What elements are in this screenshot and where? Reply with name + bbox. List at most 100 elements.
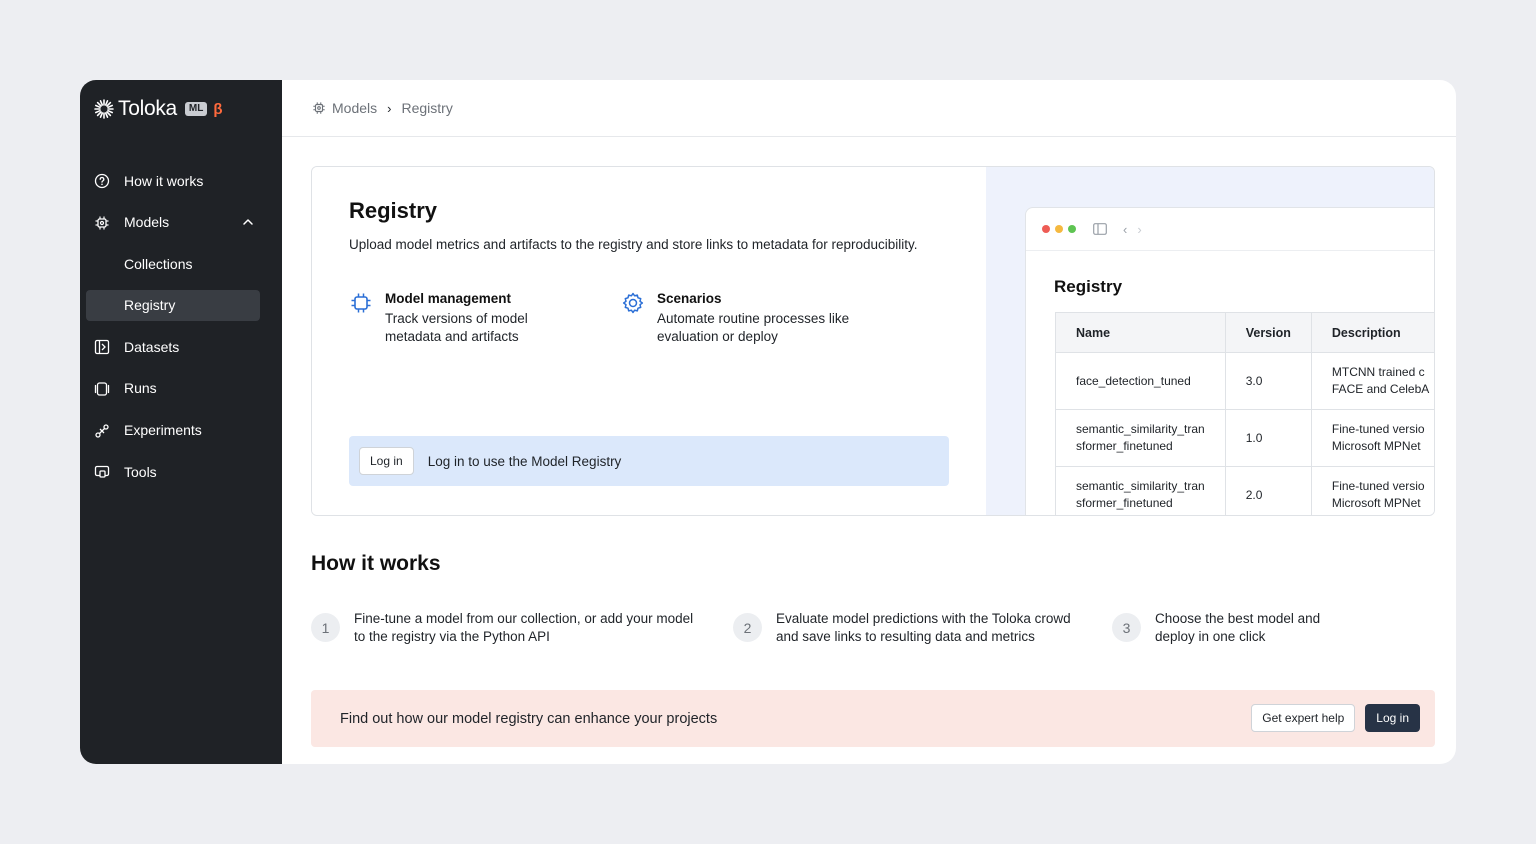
login-button[interactable]: Log in [359,447,414,475]
get-expert-help-button[interactable]: Get expert help [1251,704,1356,732]
column-header: Version [1224,312,1312,353]
feature-desc-line: evaluation or deploy [657,329,778,344]
step-text: Fine-tune a model from our collection, o… [354,611,694,626]
how-it-works-title: How it works [311,552,441,575]
cell-version: 1.0 [1224,409,1312,467]
breadcrumb: Models › Registry [282,80,1456,137]
step-2: 2 Evaluate model predictions with the To… [733,610,1071,646]
step-number: 2 [733,613,762,642]
sidebar-item-label: Registry [124,297,176,314]
breadcrumb-current: Registry [401,100,453,116]
sidebar-toggle-icon [1093,223,1107,235]
gear-icon [622,292,644,314]
sidebar-item-collections[interactable]: Collections [80,248,282,279]
step-text: and save links to resulting data and met… [776,629,1035,644]
sidebar-item-datasets[interactable]: Datasets [80,331,282,362]
cell-desc: Fine-tuned versio [1331,479,1425,493]
cell-desc: Fine-tuned versio [1331,422,1425,436]
sidebar-item-how-it-works[interactable]: How it works [80,165,282,196]
cell-desc: MTCNN trained c [1331,365,1425,379]
minimize-dot-icon [1055,225,1063,233]
column-header: Name [1055,312,1226,353]
cell-name: sformer_finetuned [1076,439,1173,453]
preview-table: Name Version Description face_detection_… [1055,312,1434,515]
table-row: semantic_similarity_tran sformer_finetune… [1055,466,1434,515]
app-window: Toloka ML β How it works Models Collecti… [80,80,1456,764]
sidebar-item-label: Tools [124,463,157,480]
chevron-up-icon[interactable] [242,216,254,228]
chip-icon [351,293,371,313]
forward-arrow-icon: › [1137,221,1142,237]
step-text: to the registry via the Python API [354,629,550,644]
sidebar-item-label: Models [124,214,170,231]
experiments-icon [95,423,109,438]
sidebar-item-label: Collections [124,255,193,272]
breadcrumb-models-link[interactable]: Models [332,100,377,116]
cell-name: sformer_finetuned [1076,496,1173,510]
feature-scenarios: Scenarios Automate routine processes lik… [621,291,851,346]
main-content: Models › Registry Registry Upload model … [282,80,1456,764]
dataset-icon [94,340,110,355]
step-text: Evaluate model predictions with the Tolo… [776,611,1071,626]
table-row: semantic_similarity_tran sformer_finetune… [1055,409,1434,467]
sidebar-item-runs[interactable]: Runs [80,373,282,404]
column-header: Description [1310,312,1434,353]
sidebar-item-label: Runs [124,380,157,397]
login-banner: Log in Log in to use the Model Registry [349,436,949,486]
step-number: 3 [1112,613,1141,642]
step-3: 3 Choose the best model and deploy in on… [1112,610,1320,646]
preview-title: Registry [1054,277,1123,296]
sidebar-item-experiments[interactable]: Experiments [80,415,282,446]
feature-desc-line: metadata and artifacts [385,329,519,344]
feature-title: Model management [385,291,512,306]
preview-window: ‹ › Registry Name Version Description fa… [1025,207,1434,515]
sidebar-item-models[interactable]: Models [80,207,282,238]
cta-login-button[interactable]: Log in [1365,704,1420,732]
step-number: 1 [311,613,340,642]
close-dot-icon [1042,225,1050,233]
toloka-logo-icon [94,99,114,119]
preview-toolbar: ‹ › [1026,208,1434,251]
cell-name: face_detection_tuned [1076,373,1191,388]
cta-banner: Find out how our model registry can enha… [311,690,1435,747]
ml-badge: ML [184,102,208,116]
feature-desc-line: Automate routine processes like [657,311,850,326]
login-message: Log in to use the Model Registry [427,453,622,469]
chip-icon [313,102,325,114]
cell-version: 2.0 [1224,466,1312,515]
cell-desc: FACE and CelebA [1331,382,1430,396]
sidebar-item-registry[interactable]: Registry [86,289,260,321]
step-text: deploy in one click [1155,629,1266,644]
cell-desc: Microsoft MPNet [1331,496,1421,510]
cell-version: 3.0 [1224,352,1312,410]
registry-preview: ‹ › Registry Name Version Description fa… [986,167,1434,515]
step-text: Choose the best model and [1155,611,1321,626]
back-arrow-icon: ‹ [1123,221,1128,237]
sidebar-item-tools[interactable]: Tools [80,456,282,487]
sidebar-item-label: How it works [124,172,204,189]
page-title: Registry [349,198,438,223]
chip-icon [95,216,109,230]
brand-name: Toloka [118,97,177,120]
sidebar-nav: How it works Models Collections Registry… [80,165,282,498]
feature-model-management: Model management Track versions of model… [349,291,579,346]
cell-name: semantic_similarity_tran [1076,479,1205,493]
sidebar-item-label: Datasets [124,338,180,355]
chevron-right-icon: › [387,100,392,116]
cell-desc: Microsoft MPNet [1331,439,1421,453]
tools-icon [94,466,110,478]
maximize-dot-icon [1068,225,1076,233]
page-subtitle: Upload model metrics and artifacts to th… [349,237,918,252]
runs-icon [94,382,110,396]
sidebar-item-label: Experiments [124,422,202,439]
cta-text: Find out how our model registry can enha… [340,710,718,727]
brand[interactable]: Toloka ML β [93,96,223,122]
step-1: 1 Fine-tune a model from our collection,… [311,610,693,646]
sidebar: Toloka ML β How it works Models Collecti… [80,80,282,764]
registry-hero-card: Registry Upload model metrics and artifa… [311,166,1435,516]
table-row: face_detection_tuned 3.0 MTCNN trained c… [1055,352,1434,410]
beta-badge: β [213,100,223,118]
feature-title: Scenarios [657,291,722,306]
feature-desc-line: Track versions of model [385,311,528,326]
cell-name: semantic_similarity_tran [1076,422,1205,436]
